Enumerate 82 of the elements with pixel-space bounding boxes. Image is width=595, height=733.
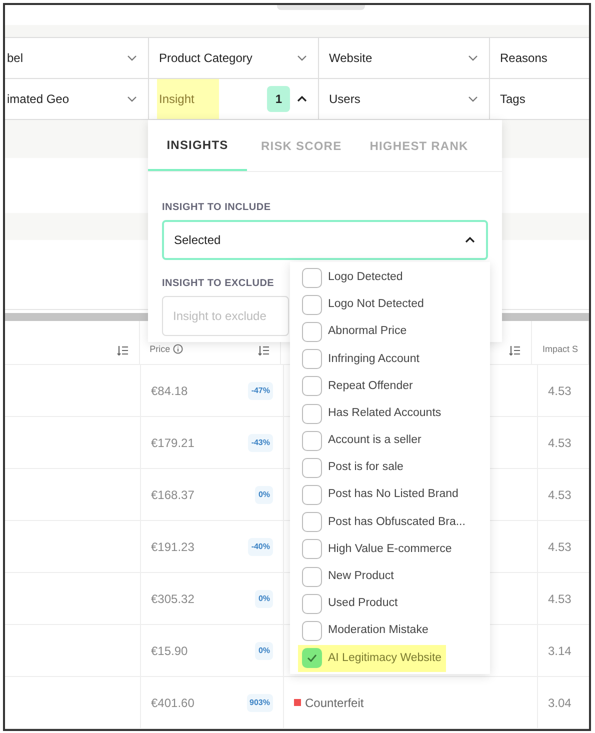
change-badge: -43% <box>248 434 273 452</box>
checkbox-option[interactable]: Infringing Account <box>302 346 424 373</box>
sort-icon[interactable] <box>509 345 522 356</box>
field-label: INSIGHT TO INCLUDE <box>162 201 271 215</box>
filter-label: Reasons <box>499 50 548 67</box>
filter-label: Website <box>328 50 374 67</box>
checkbox[interactable] <box>302 648 322 668</box>
impact-cell-text: 4.53 <box>548 590 572 608</box>
checkbox[interactable] <box>302 566 322 587</box>
impact-cell-text: 4.53 <box>548 434 572 452</box>
filter-dropdown[interactable]: Users <box>319 79 490 119</box>
checkbox[interactable] <box>302 594 322 614</box>
change-badge: -47% <box>248 382 273 400</box>
filter-dropdown[interactable]: Insight 1 <box>149 79 319 119</box>
price-cell-text: €84.18 <box>151 382 188 400</box>
price-cell-text: €191.23 <box>151 538 194 556</box>
field-label: INSIGHT TO EXCLUDE <box>162 277 274 291</box>
filter-dropdown[interactable]: Tags <box>490 79 589 119</box>
change-badge: 0% <box>255 642 273 660</box>
filter-label: bel <box>6 50 24 67</box>
checkbox[interactable] <box>302 512 322 532</box>
checkbox-option[interactable]: Moderation Mistake <box>302 617 432 645</box>
change-badge: 0% <box>255 486 273 504</box>
price-cell-text: €168.37 <box>151 486 194 504</box>
checkbox-option[interactable]: AI Legitimacy Website <box>298 644 446 672</box>
checkbox[interactable] <box>302 268 322 288</box>
filter-label: Users <box>328 91 362 108</box>
checkbox-option[interactable]: Post has Obfuscated Bra... <box>302 508 470 536</box>
checkbox-option[interactable]: Logo Detected <box>302 264 407 292</box>
info-icon[interactable] <box>173 344 184 354</box>
impact-cell-text: 3.14 <box>548 642 572 660</box>
filter-dropdown[interactable]: Reasons <box>490 38 589 78</box>
change-badge: 0% <box>255 590 273 608</box>
checkbox[interactable] <box>302 322 322 342</box>
checkbox[interactable] <box>302 539 322 560</box>
exclude-input-field[interactable]: Insight to exclude <box>162 296 289 336</box>
filter-dropdown[interactable]: Website <box>319 38 490 78</box>
checkbox-option[interactable]: Account is a seller <box>302 427 426 454</box>
checkbox-option[interactable]: Post is for sale <box>302 454 408 482</box>
checkmark-icon <box>307 654 317 662</box>
checkbox[interactable] <box>302 376 322 396</box>
checkbox[interactable] <box>302 621 322 642</box>
sort-icon[interactable] <box>258 345 270 356</box>
price-cell-text: €15.90 <box>151 642 188 660</box>
chevron-up-icon <box>464 236 476 244</box>
column-header: Impact S <box>532 321 589 364</box>
filter-label: imated Geo <box>6 91 70 108</box>
change-badge: 903% <box>246 694 273 712</box>
impact-cell-text: 4.53 <box>548 538 572 556</box>
checkbox[interactable] <box>302 294 322 315</box>
checkbox-option[interactable]: Used Product <box>302 590 402 618</box>
category-cell-text: Counterfeit <box>305 694 364 712</box>
checkbox-option[interactable]: Post has No Listed Brand <box>302 482 462 509</box>
change-badge: -40% <box>248 538 273 556</box>
checkbox-option[interactable]: Repeat Offender <box>302 372 417 400</box>
checkbox-option[interactable]: New Product <box>302 563 398 590</box>
tab[interactable]: INSIGHTS <box>148 120 247 171</box>
checkbox[interactable] <box>302 430 322 451</box>
status-marker <box>294 699 301 706</box>
checkbox-option[interactable]: High Value E-commerce <box>302 536 456 564</box>
filter-dropdown[interactable]: bel <box>5 38 149 78</box>
impact-cell-text: 3.04 <box>548 694 572 712</box>
price-cell-text: €401.60 <box>151 694 194 712</box>
filter-label: Insight <box>157 79 219 119</box>
filter-label: Tags <box>499 91 526 108</box>
checkbox[interactable] <box>302 349 322 370</box>
checkbox[interactable] <box>302 458 322 478</box>
filter-dropdown[interactable]: imated Geo <box>5 79 149 119</box>
filter-dropdown[interactable]: Product Category <box>149 38 319 78</box>
checkbox[interactable] <box>302 485 322 506</box>
impact-cell-text: 4.53 <box>548 382 572 400</box>
count-badge: 1 <box>267 86 290 112</box>
checkbox-option[interactable]: Abnormal Price <box>302 318 411 346</box>
filter-label: Product Category <box>158 50 254 67</box>
price-cell-text: €305.32 <box>151 590 194 608</box>
checkbox-option[interactable]: Has Related Accounts <box>302 400 446 428</box>
sort-icon[interactable] <box>116 345 129 356</box>
checkbox[interactable] <box>302 404 322 424</box>
insight-select[interactable]: Selected <box>162 220 488 260</box>
impact-cell-text: 4.53 <box>548 486 572 504</box>
price-cell-text: €179.21 <box>151 434 194 452</box>
checkbox-option[interactable]: Logo Not Detected <box>302 291 428 318</box>
